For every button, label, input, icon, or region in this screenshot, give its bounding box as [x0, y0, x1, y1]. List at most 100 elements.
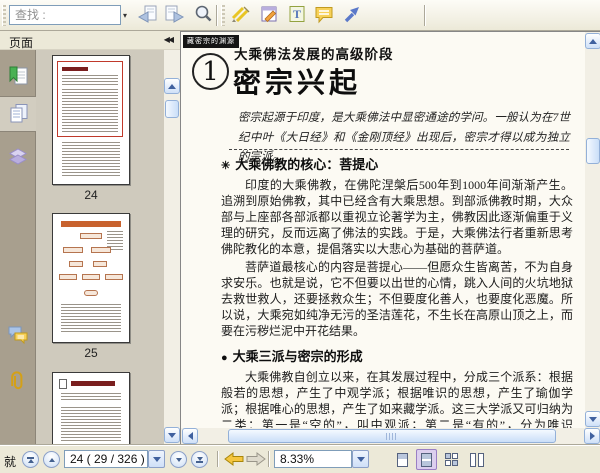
view-single-page-button[interactable] [392, 449, 413, 470]
sidebar-tab-comments[interactable] [0, 318, 36, 354]
statusbar-separator [217, 451, 219, 467]
search-history-dropdown-icon[interactable]: ▾ [123, 11, 127, 20]
find-previous-button[interactable] [134, 3, 160, 28]
chevron-down-icon [168, 432, 176, 438]
scroll-up-button[interactable] [585, 33, 600, 49]
svg-text:T: T [293, 7, 301, 21]
page-number-dropdown-button[interactable] [148, 450, 165, 468]
comment-tool-button[interactable] [311, 3, 337, 28]
section-bullet-icon: ● [221, 352, 228, 364]
chevron-down-icon [589, 416, 597, 422]
two-up-continuous-icon [469, 452, 484, 467]
chevron-down-icon [152, 456, 161, 462]
search-input[interactable] [10, 6, 120, 24]
toolbar-grip[interactable] [221, 5, 225, 26]
document-area: 藏密宗的渊源 1 大乘佛法发展的高级阶段 密宗兴起 密宗起源于印度，是大乘佛法中… [180, 31, 600, 444]
toolbar-separator [216, 5, 218, 26]
layers-icon [7, 146, 29, 171]
thumbnail-scroll-up-button[interactable] [164, 78, 180, 94]
bookmarks-icon [7, 65, 29, 90]
body-paragraph: 印度的大乘佛教，在佛陀涅槃后500年到1000年间渐渐产生。追溯到原始佛教，其中… [221, 178, 573, 256]
last-page-button[interactable] [191, 451, 208, 468]
chevron-right-icon [589, 432, 595, 440]
previous-page-button[interactable] [43, 451, 60, 468]
search-icon [193, 4, 213, 27]
facing-pages-icon [445, 453, 458, 466]
chapter-kicker: 大乘佛法发展的高级阶段 [234, 47, 394, 62]
thumbnail-page-26[interactable] [52, 372, 130, 444]
typewriter-text-tool-button[interactable]: T [284, 3, 310, 28]
thumbnail-scrollbar-thumb[interactable] [165, 100, 179, 118]
view-two-up-continuous-button[interactable] [466, 449, 487, 470]
status-ready-text: 就 [4, 455, 17, 469]
arrow-icon [342, 4, 362, 27]
single-page-icon [397, 452, 408, 467]
highlight-tool-button[interactable] [228, 3, 254, 28]
scroll-right-button[interactable] [584, 428, 600, 444]
sidebar-title: 页面 [9, 36, 34, 50]
scroll-down-button[interactable] [585, 411, 600, 427]
view-continuous-button[interactable] [416, 449, 437, 470]
document-horizontal-scrollbar [181, 428, 600, 444]
find-next-button[interactable] [162, 3, 188, 28]
chevron-left-icon [187, 432, 193, 440]
search-button[interactable] [190, 3, 216, 28]
section-heading: ✳ 大乘佛教的核心：菩提心 [221, 157, 379, 172]
sidebar-collapse-button[interactable]: ◀◀ [164, 35, 174, 44]
paperclip-icon [7, 370, 29, 396]
thumbnail-page-25[interactable] [52, 213, 130, 343]
comments-icon [7, 324, 29, 349]
view-facing-button[interactable] [441, 449, 462, 470]
page-number-field[interactable]: 24 ( 29 / 326 ) [64, 450, 148, 468]
forward-arrow-icon [246, 452, 266, 470]
sidebar-tab-bookmarks[interactable] [0, 59, 36, 95]
horizontal-scrollbar-thumb[interactable] [228, 429, 556, 443]
note-pencil-icon [259, 4, 279, 27]
continuous-page-icon [421, 452, 432, 467]
body-text: ✳ 大乘佛教的核心：菩提心 印度的大乘佛教，在佛陀涅槃后500年到1000年间渐渐… [221, 154, 573, 428]
page-corner-tab: 藏密宗的渊源 [183, 35, 239, 48]
dashed-divider [229, 149, 569, 150]
toolbar-grip[interactable] [2, 5, 6, 26]
chevron-up-icon [589, 38, 597, 44]
thumbnail-scrollbar [164, 50, 180, 444]
text-box-icon: T [287, 4, 307, 27]
chevron-down-icon [356, 456, 365, 462]
sidebar-tab-layers[interactable] [0, 140, 36, 176]
thumbnail-viewport-box[interactable] [57, 61, 123, 137]
back-arrow-icon [224, 452, 244, 470]
next-view-button[interactable] [246, 451, 266, 470]
toolbar: ▾ T [0, 0, 600, 31]
pdf-page[interactable]: 藏密宗的渊源 1 大乘佛法发展的高级阶段 密宗兴起 密宗起源于印度，是大乘佛法中… [181, 32, 585, 428]
thumbnail-scroll-down-button[interactable] [164, 427, 180, 443]
section-heading: ● 大乘三派与密宗的形成 [221, 349, 363, 364]
sidebar-tab-attachments[interactable] [0, 365, 36, 401]
sidebar-header: 页面 ◀◀ [0, 31, 180, 50]
first-page-icon [27, 458, 34, 463]
note-tool-button[interactable] [256, 3, 282, 28]
section-bullet-icon: ✳ [221, 160, 231, 172]
sidebar-tab-strip [0, 50, 36, 444]
document-vertical-scrollbar [585, 32, 600, 428]
next-page-button[interactable] [170, 451, 187, 468]
vertical-scrollbar-thumb[interactable] [586, 138, 600, 164]
arrow-tool-button[interactable] [339, 3, 365, 28]
body-paragraph: 大乘佛教自创立以来，在其发展过程中，分成三个派系：根据般若的思想，产生了中观学派… [221, 370, 573, 428]
next-page-icon [175, 457, 182, 462]
scroll-left-button[interactable] [182, 428, 198, 444]
thumbnail-page-24[interactable] [52, 55, 130, 185]
find-next-icon [164, 4, 186, 27]
first-page-button[interactable] [22, 451, 39, 468]
thumbnail-label: 24 [84, 188, 98, 202]
pages-icon [7, 102, 29, 127]
highlighter-icon [230, 4, 252, 27]
thumbnail-panel: 24 25 [36, 50, 164, 444]
zoom-level-field[interactable]: 8.33% [274, 450, 352, 468]
thumbnail-label: 25 [84, 346, 98, 360]
zoom-dropdown-button[interactable] [352, 450, 369, 468]
previous-view-button[interactable] [224, 451, 244, 470]
search-input-wrap [9, 5, 121, 25]
find-previous-icon [136, 4, 158, 27]
sidebar-tab-pages[interactable] [0, 96, 36, 132]
chapter-title: 密宗兴起 [233, 67, 362, 98]
